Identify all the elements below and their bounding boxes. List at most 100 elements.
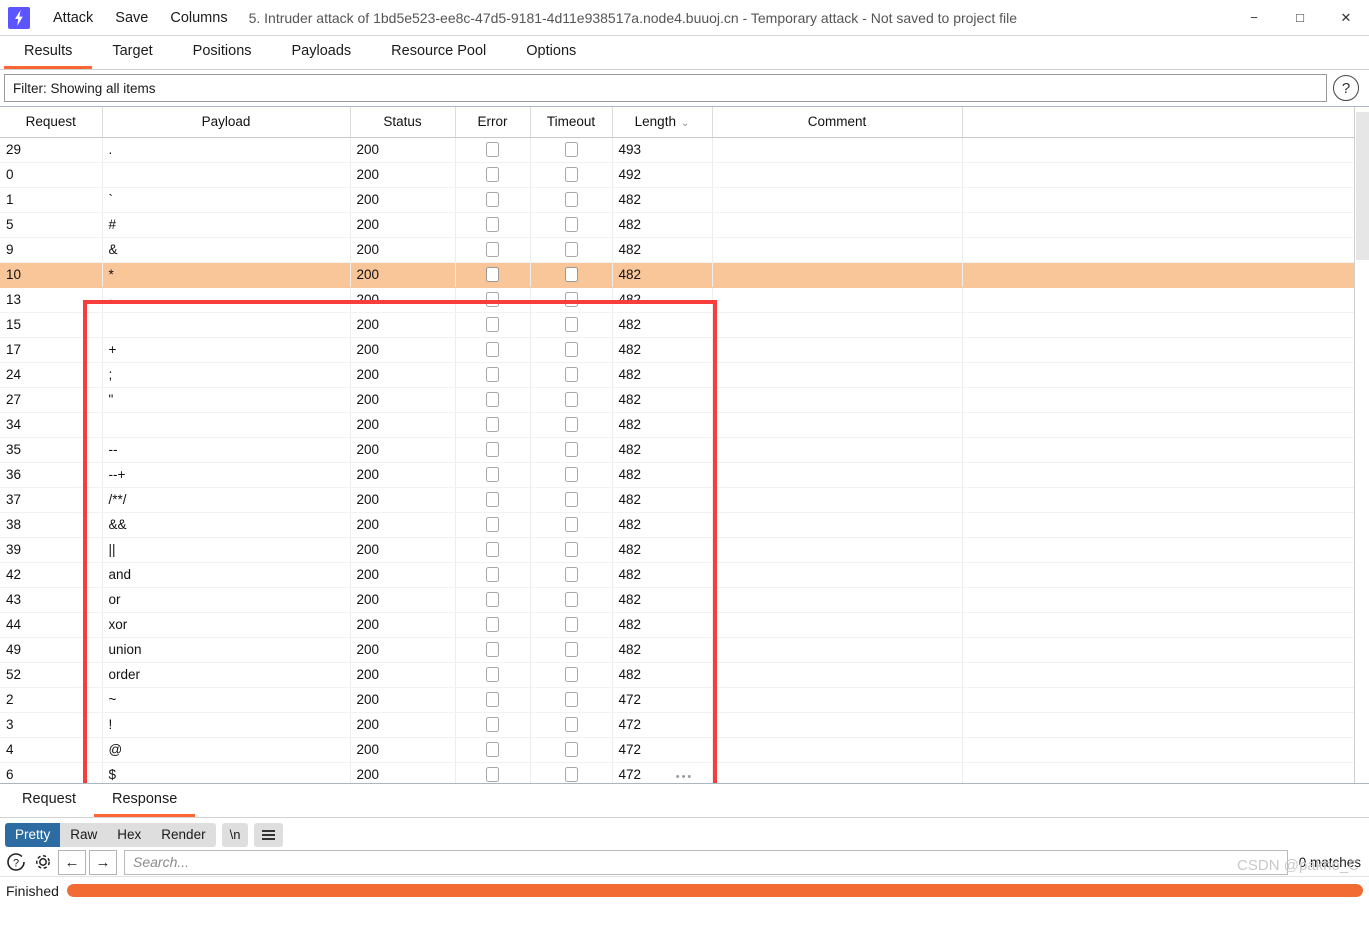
tab-resource-pool[interactable]: Resource Pool bbox=[371, 36, 506, 69]
cell-error[interactable] bbox=[455, 712, 531, 738]
cell-error[interactable] bbox=[455, 562, 531, 588]
checkbox[interactable] bbox=[564, 292, 578, 308]
cell-error[interactable] bbox=[455, 412, 531, 438]
cell-timeout[interactable] bbox=[530, 312, 613, 338]
cell-timeout[interactable] bbox=[530, 712, 613, 738]
view-mode-render[interactable]: Render bbox=[151, 823, 215, 847]
cell-timeout[interactable] bbox=[530, 287, 613, 313]
results-vertical-scrollbar[interactable] bbox=[1354, 107, 1369, 783]
cell-timeout[interactable] bbox=[530, 612, 613, 638]
cell-error[interactable] bbox=[455, 462, 531, 488]
cell-error[interactable] bbox=[455, 437, 531, 463]
checkbox[interactable] bbox=[486, 567, 499, 583]
gear-icon[interactable] bbox=[31, 850, 55, 874]
cell-timeout[interactable] bbox=[530, 637, 613, 663]
checkbox[interactable] bbox=[486, 192, 499, 208]
cell-timeout[interactable] bbox=[530, 437, 613, 463]
table-row[interactable]: 52 order 200 482 bbox=[0, 662, 1356, 688]
cell-error[interactable] bbox=[455, 487, 531, 513]
cell-timeout[interactable] bbox=[530, 337, 613, 363]
checkbox[interactable] bbox=[486, 692, 499, 708]
newline-toggle-button[interactable]: \n bbox=[221, 822, 249, 847]
cell-error[interactable] bbox=[455, 612, 531, 638]
table-row[interactable]: 44 xor 200 482 bbox=[0, 612, 1356, 638]
menu-columns[interactable]: Columns bbox=[159, 0, 238, 36]
cell-timeout[interactable] bbox=[530, 262, 613, 288]
table-row[interactable]: 49 union 200 482 bbox=[0, 637, 1356, 663]
cell-timeout[interactable] bbox=[530, 212, 613, 238]
checkbox[interactable] bbox=[564, 717, 578, 733]
checkbox[interactable] bbox=[564, 692, 578, 708]
table-row[interactable]: 36 --+ 200 482 bbox=[0, 462, 1356, 488]
checkbox[interactable] bbox=[486, 717, 499, 733]
cell-error[interactable] bbox=[455, 387, 531, 413]
view-mode-pretty[interactable]: Pretty bbox=[5, 822, 61, 847]
table-row[interactable]: 4 @200 472 bbox=[0, 737, 1356, 763]
table-row[interactable]: 27 " 200 482 bbox=[0, 387, 1356, 413]
hamburger-icon[interactable] bbox=[254, 822, 284, 847]
checkbox[interactable] bbox=[486, 742, 499, 758]
cell-error[interactable] bbox=[455, 687, 531, 713]
checkbox[interactable] bbox=[486, 392, 499, 408]
cell-timeout[interactable] bbox=[530, 187, 613, 213]
checkbox[interactable] bbox=[486, 642, 499, 658]
checkbox[interactable] bbox=[564, 417, 578, 433]
arrow-right-icon[interactable]: → bbox=[89, 849, 117, 875]
cell-error[interactable] bbox=[455, 637, 531, 663]
cell-error[interactable] bbox=[455, 362, 531, 388]
cell-error[interactable] bbox=[455, 312, 531, 338]
filter-input[interactable]: Filter: Showing all items bbox=[4, 74, 1327, 102]
table-row[interactable]: 39 || 200 482 bbox=[0, 537, 1356, 563]
checkbox[interactable] bbox=[486, 517, 499, 533]
checkbox[interactable] bbox=[486, 242, 499, 258]
checkbox[interactable] bbox=[564, 267, 578, 283]
checkbox[interactable] bbox=[486, 317, 499, 333]
table-row[interactable]: 5 #200 482 bbox=[0, 212, 1356, 238]
cell-error[interactable] bbox=[455, 212, 531, 238]
cell-timeout[interactable] bbox=[530, 487, 613, 513]
cell-error[interactable] bbox=[455, 512, 531, 538]
cell-timeout[interactable] bbox=[530, 662, 613, 688]
maximize-button[interactable]: □ bbox=[1277, 0, 1323, 36]
cell-timeout[interactable] bbox=[530, 512, 613, 538]
cell-error[interactable] bbox=[455, 662, 531, 688]
table-row[interactable]: 42 and 200 482 bbox=[0, 562, 1356, 588]
checkbox[interactable] bbox=[486, 217, 499, 233]
checkbox[interactable] bbox=[564, 342, 578, 358]
tab-response[interactable]: Response bbox=[94, 784, 196, 817]
checkbox[interactable] bbox=[564, 667, 578, 683]
cell-timeout[interactable] bbox=[530, 737, 613, 763]
table-row[interactable]: 0 200 492 bbox=[0, 162, 1356, 188]
tab-payloads[interactable]: Payloads bbox=[272, 36, 372, 69]
search-input[interactable]: Search... bbox=[124, 849, 1288, 875]
cell-error[interactable] bbox=[455, 187, 531, 213]
column-header-payload[interactable]: Payload bbox=[102, 107, 351, 138]
cell-timeout[interactable] bbox=[530, 562, 613, 588]
column-header-request[interactable]: Request bbox=[0, 107, 103, 138]
table-row[interactable]: 37/**/200 482 bbox=[0, 487, 1356, 513]
checkbox[interactable] bbox=[486, 492, 499, 508]
checkbox[interactable] bbox=[486, 367, 499, 383]
cell-timeout[interactable] bbox=[530, 687, 613, 713]
cell-error[interactable] bbox=[455, 237, 531, 263]
checkbox[interactable] bbox=[564, 192, 578, 208]
checkbox[interactable] bbox=[486, 342, 499, 358]
table-row[interactable]: 38 && 200 482 bbox=[0, 512, 1356, 538]
table-row[interactable]: 34 200 482 bbox=[0, 412, 1356, 438]
table-row[interactable]: 24; 200 482 bbox=[0, 362, 1356, 388]
cell-timeout[interactable] bbox=[530, 137, 613, 163]
table-row[interactable]: 29. 200 493 bbox=[0, 137, 1356, 163]
cell-timeout[interactable] bbox=[530, 412, 613, 438]
checkbox[interactable] bbox=[486, 442, 499, 458]
scrollbar-thumb[interactable] bbox=[1356, 112, 1369, 260]
close-button[interactable]: ✕ bbox=[1323, 0, 1369, 36]
cell-error[interactable] bbox=[455, 287, 531, 313]
cell-error[interactable] bbox=[455, 537, 531, 563]
checkbox[interactable] bbox=[564, 442, 578, 458]
view-mode-raw[interactable]: Raw bbox=[60, 823, 107, 847]
arrow-left-icon[interactable]: ← bbox=[58, 849, 86, 875]
column-header-error[interactable]: Error bbox=[455, 107, 531, 138]
question-mark-icon[interactable]: ? bbox=[4, 850, 28, 874]
checkbox[interactable] bbox=[486, 592, 499, 608]
minimize-button[interactable]: − bbox=[1231, 0, 1277, 36]
